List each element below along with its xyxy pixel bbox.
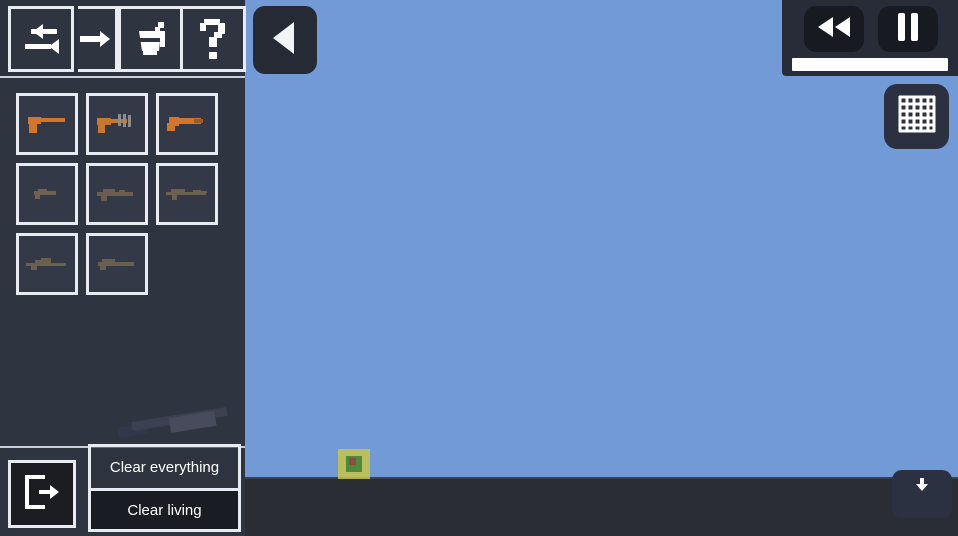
sniper-icon — [26, 258, 66, 270]
crate-dot — [349, 458, 356, 465]
shotgun-long-icon — [98, 259, 134, 270]
spawned-crate[interactable] — [338, 449, 370, 479]
back-button[interactable] — [253, 6, 317, 74]
exit-door-icon — [21, 471, 63, 518]
swap-arrows-icon — [19, 21, 63, 57]
sidebar-bottom-bar: Clear everything Clear living — [0, 444, 245, 536]
left-sidebar: Clear everything Clear living — [0, 0, 246, 536]
rewind-button[interactable] — [804, 6, 864, 52]
download-icon — [914, 477, 930, 498]
swap-button[interactable] — [8, 6, 74, 72]
game-screen: Clear everything Clear living — [0, 0, 958, 536]
inventory-slot-2[interactable] — [156, 93, 218, 155]
arrow-right-icon — [79, 29, 114, 49]
grid-toggle-button[interactable] — [884, 84, 949, 149]
inventory-slot-6[interactable] — [16, 233, 78, 295]
question-mark-icon — [196, 17, 230, 61]
inventory-slot-3[interactable] — [16, 163, 78, 225]
clear-living-button[interactable]: Clear living — [91, 488, 238, 529]
clear-everything-button[interactable]: Clear everything — [91, 447, 238, 488]
sidebar-toolbar — [0, 0, 246, 78]
toolbar-overflow-button[interactable] — [78, 6, 118, 72]
paint-button[interactable] — [118, 6, 184, 72]
inventory-slot-5[interactable] — [156, 163, 218, 225]
pistol-icon — [28, 117, 65, 133]
assault-rifle-icon — [166, 189, 207, 200]
inventory-slot-7[interactable] — [86, 233, 148, 295]
smg-icon — [97, 114, 131, 133]
inventory-slot-0[interactable] — [16, 93, 78, 155]
paint-bucket-icon — [131, 19, 171, 59]
rifle-icon — [34, 189, 56, 199]
inventory-grid — [16, 93, 228, 295]
exit-button[interactable] — [8, 460, 76, 528]
grid-icon — [896, 93, 938, 140]
sawed-off-icon — [167, 117, 203, 131]
equipped-weapon-sprite — [117, 407, 238, 446]
inventory-slot-1[interactable] — [86, 93, 148, 155]
clear-everything-label: Clear everything — [109, 459, 220, 476]
clear-living-label: Clear living — [127, 501, 202, 519]
timeline-slider[interactable] — [792, 58, 948, 71]
pause-icon — [895, 12, 921, 47]
rewind-icon — [814, 15, 854, 44]
triangle-left-icon — [268, 19, 302, 62]
clear-buttons-group: Clear everything Clear living — [88, 444, 241, 532]
download-button[interactable] — [892, 470, 952, 518]
inventory-slot-4[interactable] — [86, 163, 148, 225]
help-button[interactable] — [180, 6, 246, 72]
carbine-icon — [97, 189, 133, 201]
playback-panel — [782, 0, 958, 76]
pause-button[interactable] — [878, 6, 938, 52]
